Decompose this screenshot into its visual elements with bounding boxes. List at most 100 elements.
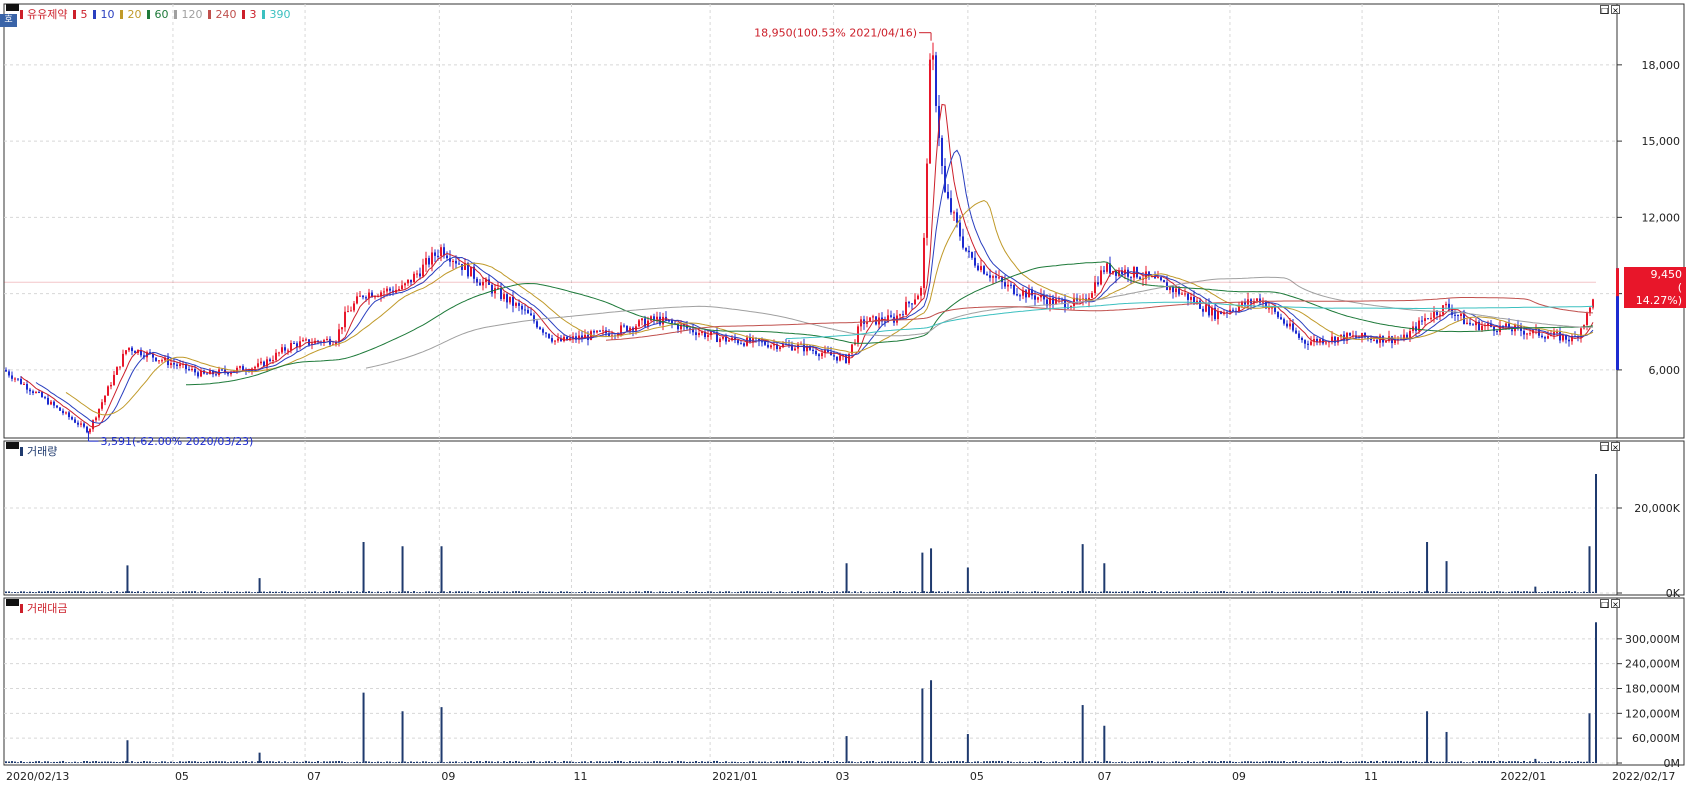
volume-bar xyxy=(215,761,217,763)
candle-body xyxy=(539,327,541,330)
volume-bar xyxy=(1376,760,1378,763)
volume-bar xyxy=(944,591,946,593)
volume-bar xyxy=(1115,591,1117,593)
volume-bar xyxy=(224,761,226,763)
candle-body xyxy=(62,410,64,414)
volume-bar xyxy=(443,762,445,763)
close-icon[interactable]: × xyxy=(1611,442,1620,452)
volume-bar xyxy=(1469,762,1471,763)
volume-bar xyxy=(1553,761,1555,763)
volume-bar xyxy=(53,761,55,763)
volume-bar xyxy=(359,592,361,593)
volume-bar xyxy=(950,761,952,763)
volume-bar xyxy=(245,761,247,763)
minimize-icon[interactable]: □ xyxy=(1600,599,1609,609)
volume-bar xyxy=(347,591,349,593)
candle-body xyxy=(1349,332,1351,336)
volume-bar xyxy=(761,591,763,593)
candle-body xyxy=(593,331,595,333)
volume-bar xyxy=(365,591,367,593)
minimize-icon[interactable]: □ xyxy=(1600,5,1609,15)
candle-body xyxy=(1202,308,1204,312)
volume-bar xyxy=(140,592,142,593)
volume-bar xyxy=(662,761,664,763)
volume-bar xyxy=(1226,591,1228,593)
candle-body xyxy=(8,371,10,376)
volume-bar xyxy=(1331,591,1333,593)
chart-mode-mark[interactable]: 호 xyxy=(0,14,17,27)
volume-bar xyxy=(1424,591,1426,593)
volume-bar xyxy=(740,591,742,593)
candle-body xyxy=(833,355,835,357)
candle-body xyxy=(17,378,19,380)
volume-bar xyxy=(1439,761,1441,763)
volume-bar xyxy=(1208,761,1210,763)
volume-bar xyxy=(560,591,562,593)
volume-bar xyxy=(1196,762,1198,763)
minimize-icon[interactable]: □ xyxy=(1600,442,1609,452)
volume-bar xyxy=(23,762,25,763)
candle-body xyxy=(980,266,982,271)
volume-bar xyxy=(1184,762,1186,763)
volume-bar xyxy=(905,762,907,763)
volume-bar xyxy=(1526,591,1528,593)
candle-body xyxy=(479,282,481,286)
volume-bar xyxy=(545,761,547,763)
volume-bar xyxy=(101,591,103,593)
volume-bar xyxy=(1577,592,1579,593)
volume-panel-menu-icon[interactable] xyxy=(6,442,19,449)
volume-bar xyxy=(50,762,52,763)
volume-bar xyxy=(1115,762,1117,763)
volume-bar xyxy=(731,592,733,593)
volume-bar xyxy=(1292,761,1294,763)
volume-bar xyxy=(1529,761,1531,763)
candle-body xyxy=(977,265,979,271)
candle-body xyxy=(626,325,628,332)
volume-bar xyxy=(995,591,997,593)
volume-bar xyxy=(965,592,967,593)
candle-body xyxy=(56,405,58,408)
legend-swatch xyxy=(147,9,151,19)
volume-bar xyxy=(1499,760,1501,763)
close-icon[interactable]: × xyxy=(1611,599,1620,609)
volume-bar xyxy=(938,761,940,763)
volume-bar xyxy=(800,761,802,763)
volume-bar xyxy=(677,760,679,763)
close-icon[interactable]: × xyxy=(1611,5,1620,15)
volume-bar xyxy=(1133,591,1135,593)
volume-bar xyxy=(344,592,346,593)
legend-label: 유유제약 xyxy=(27,8,68,21)
volume-bar xyxy=(899,591,901,593)
volume-bar xyxy=(230,761,232,763)
volume-bar xyxy=(611,762,613,763)
volume-bar xyxy=(308,591,310,593)
volume-bar xyxy=(206,761,208,763)
volume-bar xyxy=(686,762,688,763)
volume-bar xyxy=(218,761,220,763)
volume-bar xyxy=(446,592,448,593)
volume-bar xyxy=(698,762,700,763)
candle-body xyxy=(80,423,82,425)
price-panel-menu-icon[interactable] xyxy=(6,4,19,11)
candle-body xyxy=(719,338,721,343)
candle-body xyxy=(1106,263,1108,272)
volume-bar xyxy=(728,591,730,593)
volume-bar xyxy=(896,591,898,593)
volume-bar xyxy=(884,592,886,593)
volume-bar xyxy=(98,592,100,593)
candle-body xyxy=(1160,277,1162,281)
volume-bar xyxy=(263,761,265,763)
candle-body xyxy=(155,357,157,361)
volume-bar xyxy=(779,761,781,763)
volume-spike-bar xyxy=(258,578,261,593)
volume-bar xyxy=(1508,591,1510,593)
candle-body xyxy=(536,321,538,328)
volume-spike-bar xyxy=(921,552,924,593)
amount-panel-menu-icon[interactable] xyxy=(6,599,19,606)
volume-bar xyxy=(716,760,718,763)
candle-body xyxy=(38,391,40,393)
volume-bar xyxy=(1511,761,1513,763)
volume-bar xyxy=(227,762,229,763)
volume-bar xyxy=(149,592,151,593)
volume-bar xyxy=(884,761,886,763)
